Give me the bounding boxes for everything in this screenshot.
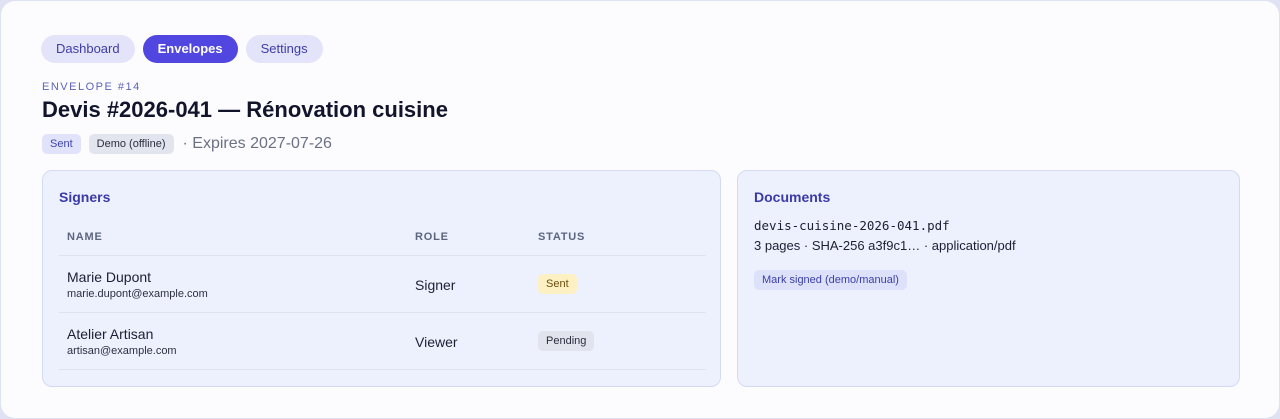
column-header-role: ROLE (415, 231, 449, 243)
signer-name: Atelier Artisan (67, 326, 154, 342)
signer-role: Signer (415, 277, 456, 293)
divider (59, 255, 706, 256)
signer-name: Marie Dupont (67, 269, 152, 285)
envelope-eyebrow: ENVELOPE #14 (42, 81, 141, 93)
status-badge: Sent (42, 134, 81, 154)
documents-card: Documents devis-cuisine-2026-041.pdf 3 p… (737, 170, 1240, 387)
page-title: Devis #2026-041 — Rénovation cuisine (42, 97, 448, 122)
signer-status-badge: Pending (538, 331, 595, 351)
document-meta: 3 pages · SHA-256 a3f9c1… · application/… (754, 238, 1016, 253)
app-window: Dashboard Envelopes Settings ENVELOPE #1… (1, 1, 1279, 418)
mode-badge: Demo (offline) (88, 134, 174, 154)
signer-email: marie.dupont@example.com (67, 288, 208, 300)
column-header-name: NAME (67, 231, 103, 243)
signers-title: Signers (59, 189, 111, 205)
signer-status-badge: Sent (538, 274, 577, 294)
signer-role: Viewer (415, 334, 458, 350)
document-file-name: devis-cuisine-2026-041.pdf (754, 218, 950, 233)
expiry-text: · Expires 2027-07-26 (182, 135, 332, 152)
divider (59, 312, 706, 313)
nav-settings-tab[interactable]: Settings (245, 35, 323, 63)
signer-email: artisan@example.com (67, 345, 177, 357)
nav-dashboard-tab[interactable]: Dashboard (41, 35, 135, 63)
top-nav: Dashboard Envelopes Settings (41, 35, 323, 63)
column-header-status: STATUS (538, 231, 586, 243)
nav-envelopes-tab[interactable]: Envelopes (142, 35, 238, 63)
signers-card: Signers NAME ROLE STATUS Marie Dupont ma… (42, 170, 721, 387)
divider (59, 369, 706, 370)
envelope-meta: Sent Demo (offline) · Expires 2027-07-26 (42, 134, 332, 154)
mark-signed-button[interactable]: Mark signed (demo/manual) (754, 270, 907, 290)
documents-title: Documents (754, 189, 831, 205)
